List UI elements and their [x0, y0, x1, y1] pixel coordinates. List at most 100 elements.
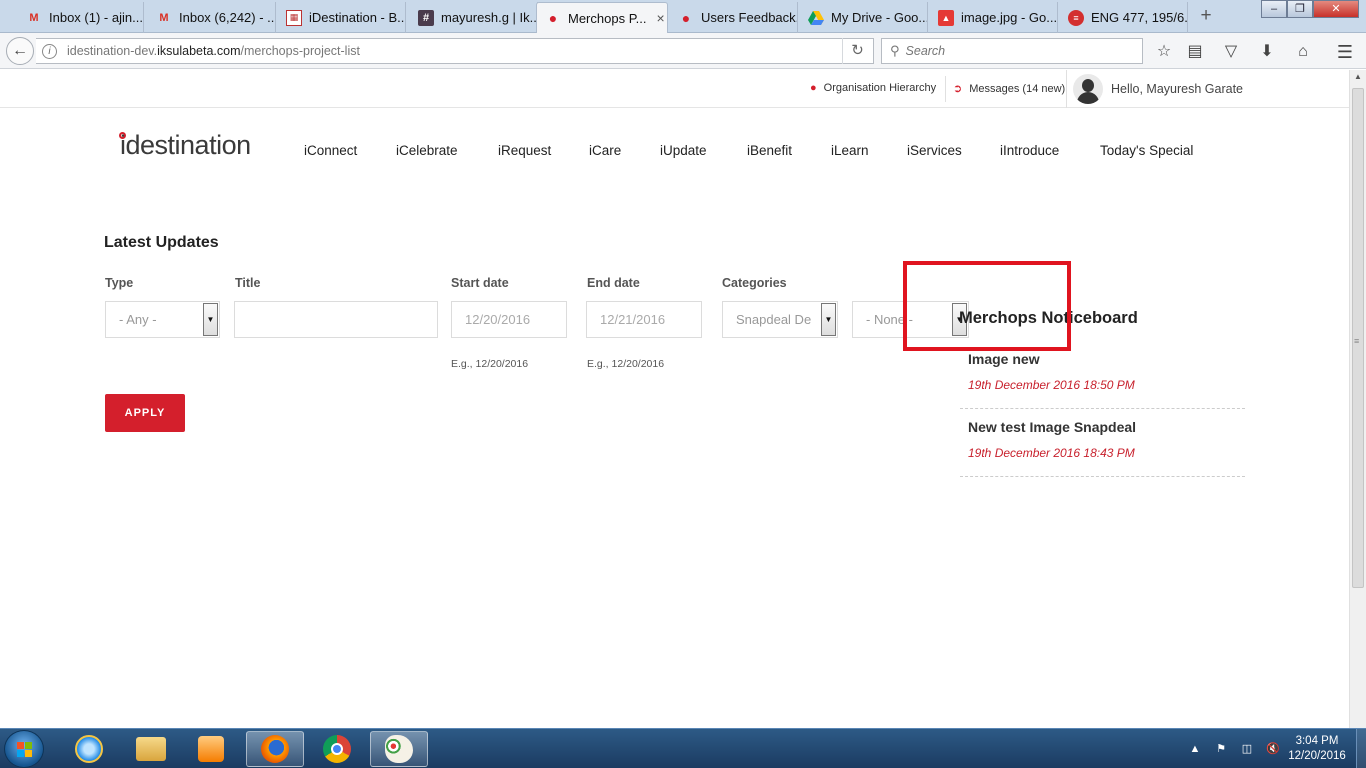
tab-eng-score[interactable]: ≡ ENG 477, 195/6...	[1060, 2, 1188, 33]
nav-todays-special[interactable]: Today's Special	[1100, 143, 1193, 158]
divider	[945, 76, 946, 102]
tab-label: mayuresh.g | Ik...	[441, 10, 538, 25]
start-date-hint: E.g., 12/20/2016	[451, 358, 529, 370]
tab-gmail-inbox-2[interactable]: M Inbox (6,242) - ...	[148, 2, 276, 33]
notice-title[interactable]: New test Image Snapdeal	[968, 419, 1136, 435]
media-player-icon[interactable]	[182, 731, 240, 767]
message-exit-icon: ➲	[953, 83, 963, 95]
web-page: ● Organisation Hierarchy ➲ Messages (14 …	[0, 70, 1349, 728]
nav-icelebrate[interactable]: iCelebrate	[396, 143, 458, 158]
nav-icare[interactable]: iCare	[589, 143, 621, 158]
nav-ibenefit[interactable]: iBenefit	[747, 143, 792, 158]
tab-label: iDestination - B...	[309, 10, 406, 25]
dropdown-arrow-icon[interactable]: ▼	[821, 303, 836, 336]
gmail-icon: M	[159, 11, 169, 24]
page-scrollbar[interactable]: ▲ ≡	[1349, 70, 1366, 728]
pin-icon: ●	[548, 10, 558, 26]
volume-muted-icon[interactable]: 🔇	[1263, 741, 1283, 757]
notice-title[interactable]: Image new	[968, 351, 1040, 367]
reload-icon[interactable]: ↻	[842, 38, 872, 64]
tab-merchops[interactable]: ● Merchops P... ×	[536, 2, 668, 33]
apply-button[interactable]: APPLY	[105, 394, 185, 432]
image-icon: ▲	[938, 9, 954, 26]
categories-select-value: Snapdeal De	[736, 312, 812, 327]
start-button[interactable]	[4, 730, 44, 768]
nav-iintroduce[interactable]: iIntroduce	[1000, 143, 1059, 158]
org-hierarchy-label: Organisation Hierarchy	[823, 82, 937, 94]
search-box[interactable]: ⚲	[881, 38, 1143, 64]
clock-date: 12/20/2016	[1288, 750, 1346, 762]
scroll-up-icon[interactable]: ▲	[1354, 72, 1362, 81]
dropdown-arrow-icon[interactable]: ▼	[203, 303, 218, 336]
show-hidden-icons-icon[interactable]: ▲	[1185, 741, 1205, 757]
notice-date: 19th December 2016 18:50 PM	[968, 378, 1135, 392]
categories-select[interactable]: Snapdeal De ▼	[722, 301, 838, 338]
end-date-placeholder: 12/21/2016	[600, 312, 666, 327]
action-center-flag-icon[interactable]: ⚑	[1211, 741, 1231, 757]
tab-idestination[interactable]: ▦ iDestination - B...	[278, 2, 406, 33]
explorer-icon[interactable]	[122, 731, 180, 767]
type-select-value: - Any -	[119, 312, 157, 327]
home-icon[interactable]: ⌂	[1292, 41, 1314, 63]
bookmark-star-icon[interactable]: ☆	[1153, 41, 1175, 63]
network-icon[interactable]: ◫	[1237, 741, 1257, 757]
windows-taskbar: ▲ ⚑ ◫ 🔇 3:04 PM 12/20/2016	[0, 728, 1366, 768]
tab-gmail-inbox-1[interactable]: M Inbox (1) - ajin...	[18, 2, 144, 33]
minimize-button[interactable]: –	[1261, 0, 1287, 18]
show-desktop-button[interactable]	[1356, 729, 1366, 768]
tab-image-jpg[interactable]: ▲ image.jpg - Go...	[930, 2, 1058, 33]
restore-button[interactable]: ❐	[1287, 0, 1313, 18]
start-date-placeholder: 12/20/2016	[465, 312, 531, 327]
calendar-icon: ▦	[286, 9, 302, 26]
tab-slack[interactable]: # mayuresh.g | Ik...	[410, 2, 538, 33]
avatar[interactable]	[1073, 74, 1103, 104]
tab-label: Inbox (1) - ajin...	[49, 10, 143, 25]
search-icon: ⚲	[890, 43, 900, 58]
info-icon[interactable]: i	[42, 43, 57, 59]
messages-link[interactable]: ➲ Messages (14 new)	[953, 82, 1066, 96]
messages-label: Messages (14 new)	[969, 82, 1066, 95]
section-title: Latest Updates	[104, 234, 219, 251]
nav-iconnect[interactable]: iConnect	[304, 143, 357, 158]
type-select[interactable]: - Any - ▼	[105, 301, 220, 338]
pocket-icon[interactable]: ▽	[1220, 41, 1242, 63]
end-date-hint: E.g., 12/20/2016	[587, 358, 665, 370]
windows-logo-icon	[17, 742, 33, 758]
tab-google-drive[interactable]: My Drive - Goo...	[800, 2, 928, 33]
address-bar[interactable]: i idestination-dev.iksulabeta.com/mercho…	[36, 38, 874, 64]
new-tab-button[interactable]: +	[1196, 4, 1216, 28]
notice-item[interactable]: New test Image Snapdeal 19th December 20…	[960, 409, 1245, 477]
organisation-hierarchy-link[interactable]: ● Organisation Hierarchy	[810, 82, 936, 94]
reading-list-icon[interactable]: ▤	[1184, 41, 1206, 63]
end-date-input[interactable]: 12/21/2016	[586, 301, 702, 338]
notice-item[interactable]: Image new 19th December 2016 18:50 PM	[960, 341, 1245, 409]
nav-irequest[interactable]: iRequest	[498, 143, 551, 158]
drive-icon	[808, 10, 824, 26]
divider	[1066, 70, 1067, 108]
tab-label: Inbox (6,242) - ...	[179, 10, 276, 25]
nav-iservices[interactable]: iServices	[907, 143, 962, 158]
back-arrow-icon[interactable]: ←	[6, 37, 34, 65]
nav-ilearn[interactable]: iLearn	[831, 143, 869, 158]
scroll-grip-icon: ≡	[1354, 336, 1360, 346]
menu-hamburger-icon[interactable]: ☰	[1334, 41, 1356, 63]
firefox-icon[interactable]	[246, 731, 304, 767]
system-clock[interactable]: 3:04 PM 12/20/2016	[1283, 734, 1351, 764]
close-window-button[interactable]: ✕	[1313, 0, 1359, 18]
navigation-toolbar: ← i idestination-dev.iksulabeta.com/merc…	[0, 33, 1366, 69]
site-logo[interactable]: idestination	[120, 130, 251, 161]
user-icon: ●	[810, 82, 817, 94]
tab-users-feedback[interactable]: ● Users Feedback...	[670, 2, 798, 33]
close-tab-icon[interactable]: ×	[657, 10, 665, 26]
type-label: Type	[105, 276, 134, 290]
ie-icon[interactable]	[60, 731, 118, 767]
nav-iupdate[interactable]: iUpdate	[660, 143, 707, 158]
user-greeting[interactable]: Hello, Mayuresh Garate	[1111, 82, 1243, 96]
clock-time: 3:04 PM	[1295, 735, 1339, 747]
download-icon[interactable]: ⬇	[1256, 41, 1278, 63]
start-date-input[interactable]: 12/20/2016	[451, 301, 567, 338]
title-input[interactable]	[234, 301, 438, 338]
search-input[interactable]	[905, 44, 1126, 58]
paint-icon[interactable]	[370, 731, 428, 767]
chrome-icon[interactable]	[308, 731, 366, 767]
